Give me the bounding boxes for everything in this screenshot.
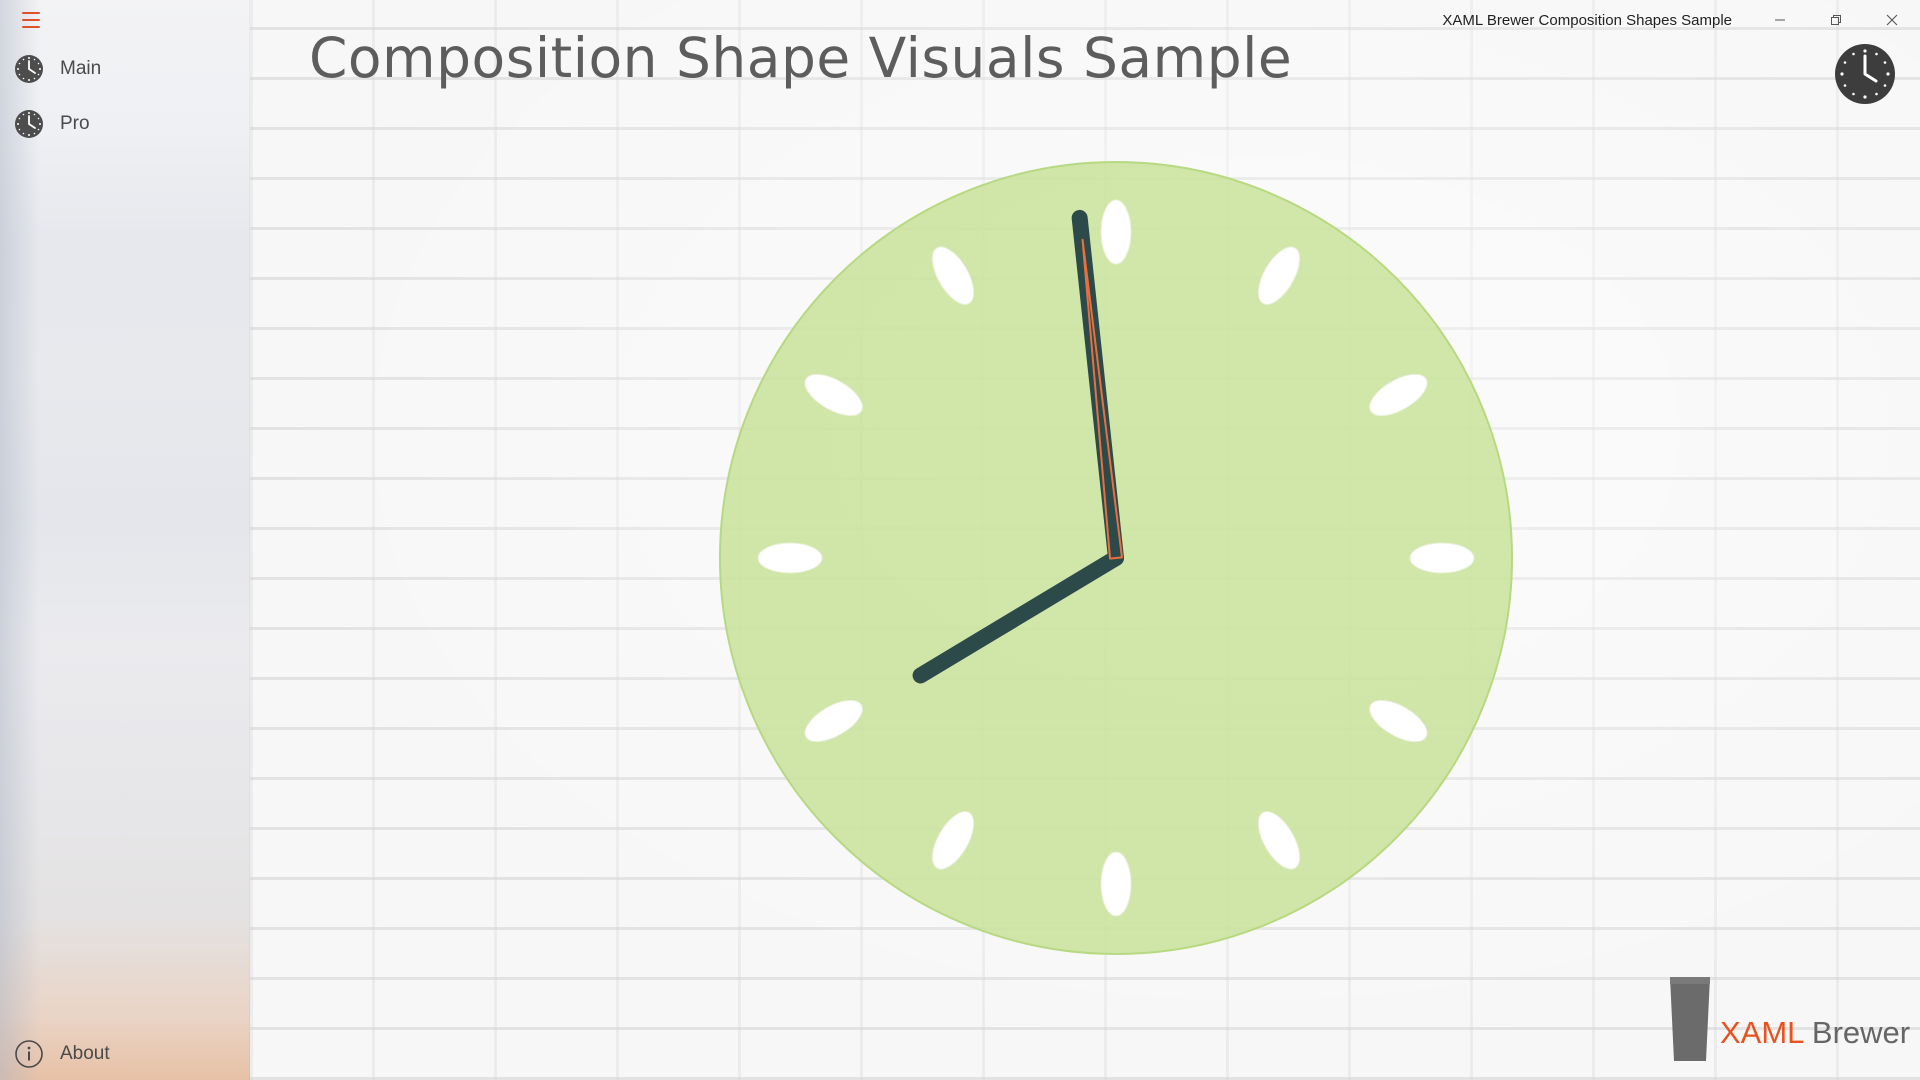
analog-clock: [719, 161, 1513, 955]
sidebar-item-label: Pro: [60, 113, 90, 134]
brand-part-xaml: XAML: [1720, 1015, 1804, 1050]
hour-marker: [757, 542, 823, 574]
info-icon: [14, 1039, 44, 1069]
app-window: Main Pro About Composition Shape Visuals…: [0, 0, 1920, 1080]
page-title: Composition Shape Visuals Sample: [309, 26, 1293, 90]
sidebar-item-main[interactable]: Main: [0, 46, 250, 92]
sidebar: Main Pro About: [0, 0, 250, 1080]
window-title: XAML Brewer Composition Shapes Sample: [1442, 11, 1732, 29]
close-icon: [1886, 14, 1898, 26]
hour-marker: [1409, 542, 1475, 574]
sidebar-item-label: Main: [60, 58, 102, 79]
brand-name: XAML Brewer: [1720, 1015, 1910, 1051]
sidebar-item-pro[interactable]: Pro: [0, 101, 250, 147]
minimize-icon: [1775, 19, 1785, 21]
clock-icon: [14, 109, 44, 139]
analog-clock-icon[interactable]: [1834, 43, 1896, 105]
close-button[interactable]: [1864, 0, 1920, 40]
brand-part-brewer: Brewer: [1811, 1015, 1911, 1050]
restore-button[interactable]: [1808, 0, 1864, 40]
brand-logo: XAML Brewer: [1668, 975, 1910, 1065]
sidebar-item-label: About: [60, 1043, 110, 1064]
hamburger-icon[interactable]: [22, 12, 40, 28]
clock-icon: [14, 54, 44, 84]
hour-marker: [1100, 851, 1132, 917]
sidebar-item-about[interactable]: About: [0, 1031, 250, 1077]
restore-icon: [1831, 15, 1841, 25]
beer-glass-icon: [1670, 977, 1710, 1061]
hour-marker: [1100, 199, 1132, 265]
minimize-button[interactable]: [1752, 0, 1808, 40]
title-bar: XAML Brewer Composition Shapes Sample: [1442, 0, 1920, 40]
